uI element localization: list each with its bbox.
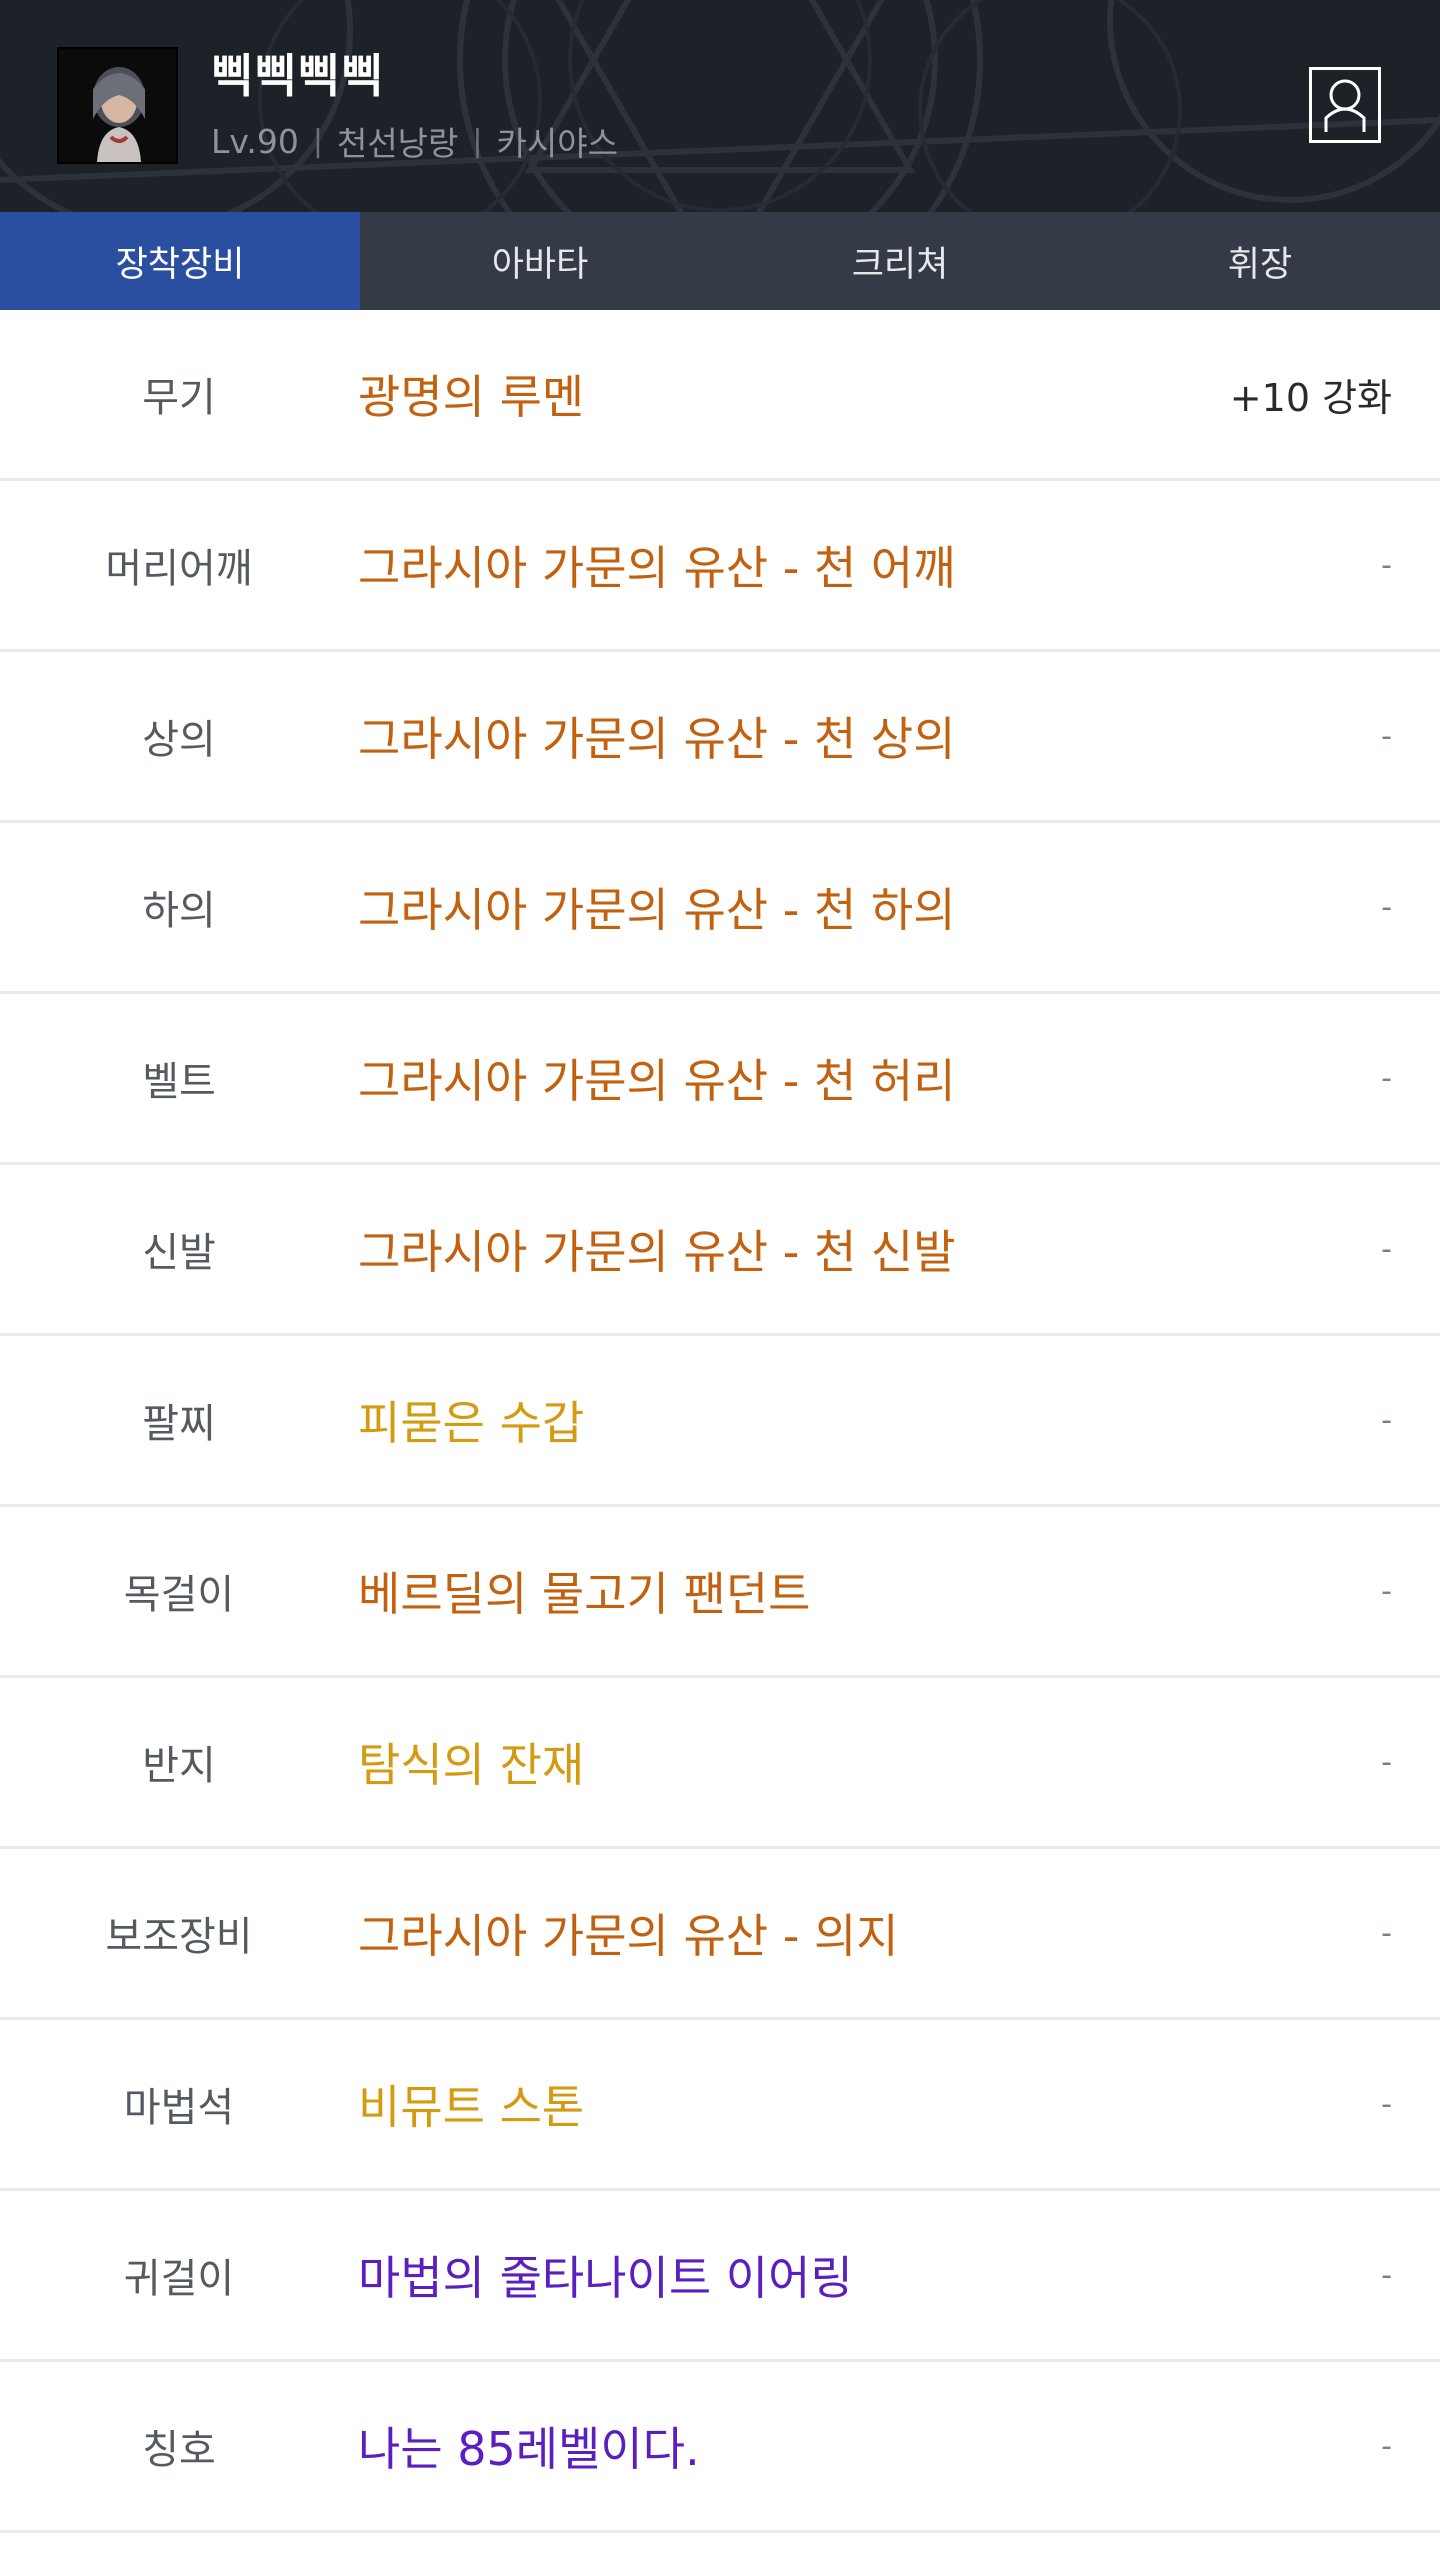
equipment-row-bottom: 하의 그라시아 가문의 유산 - 천 하의 - [0, 823, 1440, 994]
enhance-level: - [1381, 1060, 1392, 1096]
item-name[interactable]: 베르딜의 물고기 팬던트 [358, 1558, 1440, 1624]
enhance-level: - [1381, 1402, 1392, 1438]
character-header: 삑삑삑삑 Lv.90 | 천선낭랑 | 카시야스 [0, 0, 1440, 212]
equipment-row-shoes: 신발 그라시아 가문의 유산 - 천 신발 - [0, 1165, 1440, 1336]
enhance-level: - [1381, 1915, 1392, 1951]
slot-label: 팔찌 [142, 1401, 216, 1447]
slot-label: 상의 [142, 717, 216, 763]
slot-label: 목걸이 [123, 1572, 235, 1618]
character-job: 천선낭랑 [336, 124, 459, 163]
item-name[interactable]: 그라시아 가문의 유산 - 천 하의 [358, 874, 1440, 940]
enhance-level: - [1381, 2086, 1392, 2122]
item-name[interactable]: 탐식의 잔재 [358, 1729, 1440, 1795]
tab-avatar[interactable]: 아바타 [360, 212, 720, 310]
info-separator: | [312, 123, 323, 159]
header-background-art [0, 0, 1440, 212]
item-name[interactable]: 그라시아 가문의 유산 - 천 어깨 [358, 532, 1440, 598]
tab-creature[interactable]: 크리쳐 [720, 212, 1080, 310]
enhance-level: - [1381, 1573, 1392, 1609]
item-name[interactable]: 마법의 줄타나이트 이어링 [358, 2242, 1440, 2308]
equipment-row-title: 칭호 나는 85레벨이다. - [0, 2362, 1440, 2533]
item-name[interactable]: 피묻은 수갑 [358, 1387, 1440, 1453]
enhance-level: - [1381, 1744, 1392, 1780]
enhance-level: +10 강화 [1229, 375, 1392, 420]
equipment-row-belt: 벨트 그라시아 가문의 유산 - 천 허리 - [0, 994, 1440, 1165]
enhance-level: - [1381, 718, 1392, 754]
slot-label: 보조장비 [105, 1914, 253, 1960]
equipment-list: 무기 광명의 루멘 +10 강화 머리어깨 그라시아 가문의 유산 - 천 어깨… [0, 310, 1440, 2533]
item-name[interactable]: 그라시아 가문의 유산 - 의지 [358, 1900, 1440, 1966]
item-name[interactable]: 그라시아 가문의 유산 - 천 허리 [358, 1045, 1440, 1111]
equipment-row-bracelet: 팔찌 피묻은 수갑 - [0, 1336, 1440, 1507]
equipment-row-ring: 반지 탐식의 잔재 - [0, 1678, 1440, 1849]
enhance-level: - [1381, 547, 1392, 583]
item-name[interactable]: 그라시아 가문의 유산 - 천 신발 [358, 1216, 1440, 1282]
equipment-row-weapon: 무기 광명의 루멘 +10 강화 [0, 310, 1440, 481]
slot-label: 벨트 [142, 1059, 216, 1105]
enhance-level: - [1381, 889, 1392, 925]
slot-label: 무기 [142, 375, 216, 421]
enhance-level: - [1381, 2428, 1392, 2464]
character-level: Lv.90 [211, 121, 299, 161]
slot-label: 마법석 [123, 2085, 235, 2131]
enhance-level: - [1381, 1231, 1392, 1267]
person-icon [1324, 79, 1366, 132]
profile-button[interactable] [1309, 67, 1381, 143]
enhance-level: - [1381, 2257, 1392, 2293]
equipment-row-subequip: 보조장비 그라시아 가문의 유산 - 의지 - [0, 1849, 1440, 2020]
tab-bar: 장착장비 아바타 크리쳐 휘장 [0, 212, 1440, 310]
item-name[interactable]: 그라시아 가문의 유산 - 천 상의 [358, 703, 1440, 769]
equipment-row-magicstone: 마법석 비뮤트 스톤 - [0, 2020, 1440, 2191]
character-server: 카시야스 [496, 124, 618, 163]
slot-label: 칭호 [142, 2427, 216, 2473]
character-info: Lv.90 | 천선낭랑 | 카시야스 [211, 117, 618, 165]
item-name[interactable]: 비뮤트 스톤 [358, 2071, 1440, 2137]
character-name: 삑삑삑삑 [211, 49, 385, 103]
item-name[interactable]: 나는 85레벨이다. [358, 2413, 1440, 2479]
character-avatar [57, 47, 178, 164]
slot-label: 귀걸이 [123, 2256, 235, 2302]
equipment-row-necklace: 목걸이 베르딜의 물고기 팬던트 - [0, 1507, 1440, 1678]
slot-label: 머리어깨 [105, 546, 253, 592]
equipment-row-earring: 귀걸이 마법의 줄타나이트 이어링 - [0, 2191, 1440, 2362]
info-separator: | [472, 123, 483, 159]
slot-label: 신발 [142, 1230, 216, 1276]
tab-equipment[interactable]: 장착장비 [0, 212, 360, 310]
equipment-row-top: 상의 그라시아 가문의 유산 - 천 상의 - [0, 652, 1440, 823]
equipment-row-shoulder: 머리어깨 그라시아 가문의 유산 - 천 어깨 - [0, 481, 1440, 652]
slot-label: 반지 [142, 1743, 216, 1789]
tab-emblem[interactable]: 휘장 [1080, 212, 1440, 310]
slot-label: 하의 [142, 888, 216, 934]
